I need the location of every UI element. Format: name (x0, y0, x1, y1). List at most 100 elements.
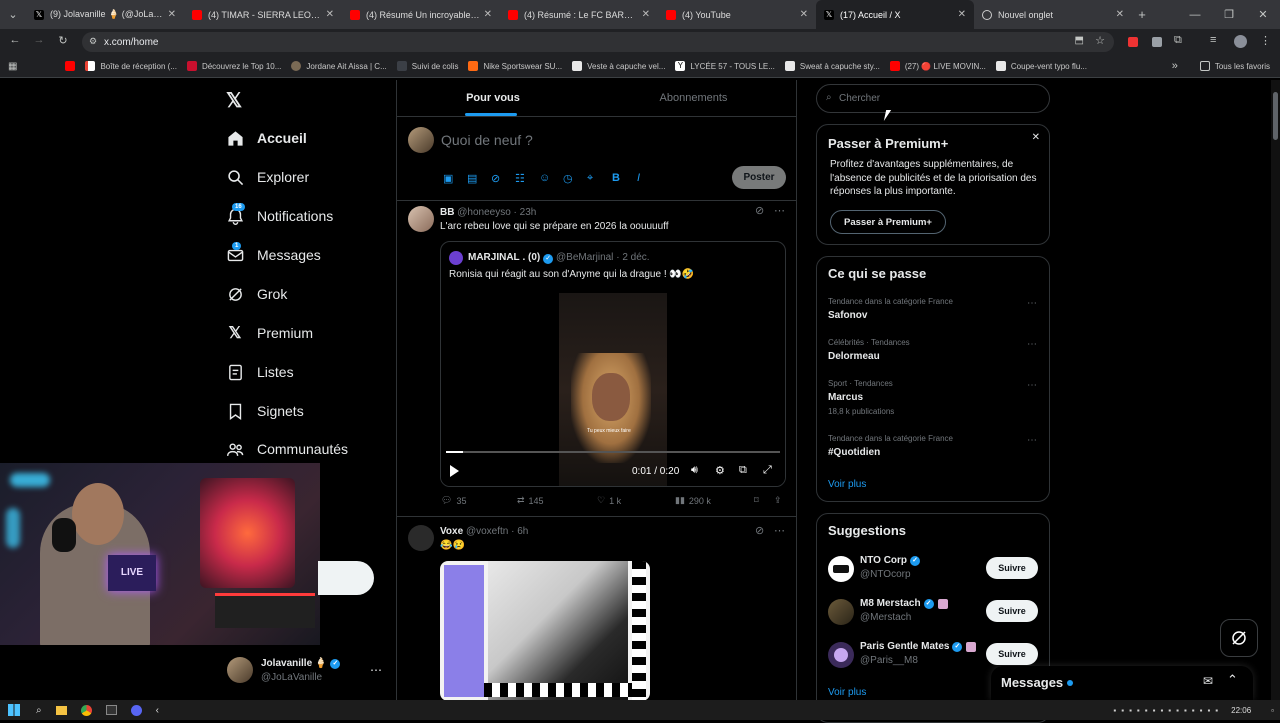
repost-button[interactable]: ⇄ 145 (517, 495, 544, 506)
tweet-handle[interactable]: @honeeyso (457, 207, 511, 218)
search-input[interactable]: ⌕ Chercher (816, 84, 1050, 113)
gif-icon[interactable]: ▤ (467, 172, 477, 185)
tab-for-you[interactable]: Pour vous (397, 80, 589, 116)
address-bar[interactable]: ⚙ x.com/home ⬒ ☆ (82, 32, 1114, 52)
trend-more-icon[interactable]: ⋯ (1027, 298, 1037, 309)
bookmark-button[interactable]: ⌑ (754, 495, 759, 506)
profile-avatar[interactable] (1234, 35, 1247, 48)
nav-messages[interactable]: 1 Messages (226, 242, 321, 268)
video-player[interactable]: Tu peux mieux faire 0:01 / 0:20 🔊︎ ⚙ ⧉ ⤢ (441, 293, 785, 486)
close-icon[interactable]: ✕ (326, 9, 334, 20)
browser-tab-5[interactable]: (4) YouTube ✕ (658, 0, 816, 29)
bookmark-nike[interactable]: Nike Sportswear SU... (468, 61, 562, 71)
nav-communities[interactable]: Communautés (226, 436, 348, 462)
browser-tab-1[interactable]: 𝕏(9) Jolavanille 🍦 (@JoLaVanille)✕ (26, 0, 184, 29)
grok-icon[interactable]: ⊘ (755, 204, 764, 217)
nav-bookmarks[interactable]: Signets (226, 398, 304, 424)
premium-button[interactable]: Passer à Premium+ (830, 210, 946, 234)
trend-item[interactable]: Tendance dans la catégorie France Safono… (817, 295, 1049, 331)
trend-more-icon[interactable]: ⋯ (1027, 339, 1037, 350)
views-button[interactable]: ▮▮ 290 k (675, 495, 711, 506)
bold-icon[interactable]: B (612, 172, 620, 184)
messages-drawer[interactable]: Messages ✉ ⌃ (991, 666, 1253, 700)
emoji-icon[interactable]: ☺ (539, 172, 550, 184)
media-control-icon[interactable]: ≡ (1210, 34, 1216, 46)
suggestion-item[interactable]: NTO Corp ✓ @NTOcorp Suivre (817, 554, 1049, 584)
close-icon[interactable]: ✕ (1116, 9, 1124, 20)
tweet-more-icon[interactable]: ⋯ (774, 204, 785, 217)
restore-icon[interactable]: ❐ (1212, 8, 1246, 21)
image-icon[interactable]: ▣ (443, 172, 453, 185)
bookmark-jordane[interactable]: Jordane Ait Aissa | C... (291, 61, 387, 71)
grok-icon[interactable]: ⊘ (755, 524, 764, 537)
browser-menu-icon[interactable]: ⋮ (1260, 34, 1271, 47)
follow-button[interactable]: Suivre (986, 643, 1038, 665)
browser-tab-3[interactable]: (4) Résumé Un incroyable Mba ✕ (342, 0, 500, 29)
close-icon[interactable]: ✕ (484, 9, 492, 20)
terminal-icon[interactable] (105, 705, 117, 715)
play-icon[interactable] (450, 465, 459, 477)
close-icon[interactable]: ✕ (168, 9, 176, 20)
nav-grok[interactable]: Grok (226, 281, 287, 307)
profile-more-icon[interactable]: ⋯ (370, 663, 382, 677)
poll-icon[interactable]: ☷ (515, 172, 525, 185)
trend-item[interactable]: Tendance dans la catégorie France #Quoti… (817, 432, 1049, 468)
post-button[interactable]: Poster (732, 166, 786, 189)
schedule-icon[interactable]: ◷ (563, 172, 573, 185)
bookmark-top10[interactable]: Découvrez le Top 10... (186, 61, 281, 71)
chrome-icon[interactable] (80, 704, 92, 716)
page-scrollbar[interactable] (1271, 80, 1280, 700)
trend-item[interactable]: Célébrités · Tendances Delormeau ⋯ (817, 336, 1049, 372)
close-icon[interactable]: ✕ (800, 9, 808, 20)
notification-bell-icon[interactable]: ▫ (1271, 706, 1274, 715)
tweet-avatar[interactable] (408, 525, 434, 551)
new-tab-button[interactable]: + (1132, 7, 1152, 22)
volume-icon[interactable]: 🔊︎ (691, 464, 698, 477)
forward-icon[interactable]: → (32, 34, 46, 46)
x-logo-icon[interactable]: 𝕏 (226, 88, 242, 113)
tweet-image[interactable] (440, 561, 650, 701)
tweet-avatar[interactable] (408, 206, 434, 232)
star-icon[interactable]: ☆ (1095, 34, 1105, 47)
browser-tab-7[interactable]: Nouvel onglet ✕ (974, 0, 1132, 29)
compose-input[interactable]: Quoi de neuf ? (441, 132, 533, 148)
picture-in-picture-icon[interactable]: ⧉ (739, 464, 747, 477)
minimize-icon[interactable]: — (1178, 9, 1212, 21)
nav-home[interactable]: Accueil (226, 125, 307, 151)
bookmark-lycee[interactable]: Y LYCÉE 57 - TOUS LE... (675, 61, 775, 71)
bookmark-veste[interactable]: Veste à capuche vel... (572, 61, 665, 71)
window-close-icon[interactable]: ✕ (1246, 8, 1280, 21)
site-info-icon[interactable]: ⚙ (89, 36, 97, 47)
tweet-author[interactable]: BB (440, 207, 454, 218)
youtube-icon[interactable] (65, 61, 76, 71)
extension-grey-icon[interactable] (1152, 37, 1162, 47)
tab-following[interactable]: Abonnements (589, 80, 796, 116)
profile-avatar[interactable] (227, 657, 253, 683)
apps-grid-icon[interactable]: ▦ (8, 61, 17, 72)
tweet-time[interactable]: 23h (520, 207, 537, 218)
tray-icons[interactable]: ▪▪▪▪▪▪▪▪▪▪▪▪▪▪ (1113, 706, 1223, 715)
grok-icon[interactable]: ⊘ (491, 172, 500, 185)
suggestions-show-more[interactable]: Voir plus (828, 687, 866, 698)
nav-notifications[interactable]: 16 Notifications (226, 203, 333, 229)
file-explorer-icon[interactable] (55, 705, 67, 715)
expand-icon[interactable]: ⌃ (1227, 672, 1238, 688)
trend-more-icon[interactable]: ⋯ (1027, 380, 1037, 391)
browser-tab-2[interactable]: (4) TIMAR - SIERRA LEONE - Yo✕ (184, 0, 342, 29)
more-bookmarks-chevron-icon[interactable]: » (1172, 60, 1178, 72)
extensions-puzzle-icon[interactable]: ⧉ (1174, 34, 1182, 47)
close-icon[interactable]: ✕ (1032, 132, 1040, 143)
trend-item[interactable]: Sport · Tendances Marcus 18,8 k publicat… (817, 377, 1049, 427)
nav-explore[interactable]: Explorer (226, 164, 309, 190)
browser-tab-active[interactable]: 𝕏 (17) Accueil / X ✕ (816, 0, 974, 29)
nav-premium[interactable]: 𝕏 Premium (226, 320, 313, 346)
video-progress-track[interactable] (446, 451, 780, 453)
nav-lists[interactable]: Listes (226, 359, 294, 385)
back-arrow-icon[interactable]: ‹ (156, 705, 159, 716)
bookmark-colis[interactable]: Suivi de colis (396, 61, 458, 71)
browser-tab-4[interactable]: (4) Résumé : Le FC BARCELONE✕ (500, 0, 658, 29)
follow-button[interactable]: Suivre (986, 600, 1038, 622)
like-button[interactable]: ♡ 1 k (597, 495, 621, 506)
discord-icon[interactable] (130, 704, 142, 716)
tweet-more-icon[interactable]: ⋯ (774, 524, 785, 537)
